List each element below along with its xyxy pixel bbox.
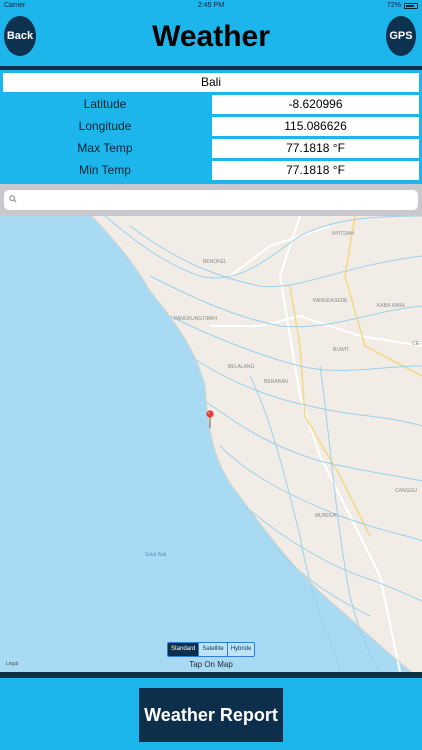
place-label-pangkungtibah: PANGKUNGTIBAH (174, 316, 217, 322)
status-bar: Carrier 2:45 PM 72% (0, 0, 422, 12)
map-type-standard[interactable]: Standard (168, 643, 199, 656)
latitude-value: -8.620996 (212, 95, 419, 114)
tap-on-map-hint: Tap On Map (189, 660, 233, 669)
page-title: Weather (152, 20, 270, 53)
search-input[interactable] (4, 190, 418, 210)
min-temp-label: Min Temp (79, 163, 131, 177)
map-type-satellite[interactable]: Satellite (198, 643, 227, 656)
battery-percent: 72% (386, 2, 401, 9)
place-label-beraban: BERABAN (264, 379, 288, 385)
battery-indicator: 72% (387, 2, 418, 9)
battery-icon (404, 2, 418, 9)
header: Back Weather GPS (0, 12, 422, 66)
place-label-ce: CE (412, 341, 420, 347)
place-label-buwit: BUWIT (333, 347, 349, 353)
latitude-row: Latitude -8.620996 (0, 94, 422, 116)
min-temp-value: 77.1818 °F (212, 161, 419, 180)
place-label-munduk: MUNDUK (315, 513, 338, 519)
max-temp-row: Max Temp 77.1818 °F (0, 138, 422, 160)
longitude-row: Longitude 115.086626 (0, 116, 422, 138)
map-type-selector: Standard Satellite Hybride (167, 642, 256, 657)
sea-label: Selat Bali (145, 552, 166, 558)
longitude-value: 115.086626 (212, 117, 419, 136)
sea-area (0, 216, 412, 672)
longitude-label: Longitude (78, 119, 132, 133)
place-label-nyitdah: NYITDAH (332, 231, 354, 237)
place-label-kaba-kaba: KABA KABA (377, 303, 405, 309)
location-name: Bali (3, 73, 419, 92)
max-temp-value: 77.1818 °F (212, 139, 419, 158)
search-bar (0, 184, 422, 216)
status-time: 2:45 PM (197, 2, 225, 9)
latitude-label: Latitude (83, 97, 127, 111)
map-type-hybride[interactable]: Hybride (226, 643, 255, 656)
place-label-canggu: CANGGU (395, 488, 417, 494)
map-canvas: BENOKEL PANGKUNGTIBAH BELALANG BERABAN N… (0, 216, 422, 672)
header-divider (0, 66, 422, 70)
place-label-benokel: BENOKEL (203, 259, 227, 265)
footer-divider (0, 672, 422, 678)
place-label-belalang: BELALANG (228, 364, 255, 370)
search-icon (9, 195, 17, 203)
weather-report-button[interactable]: Weather Report (139, 688, 283, 742)
min-temp-row: Min Temp 77.1818 °F (0, 160, 422, 182)
max-temp-label: Max Temp (77, 141, 133, 155)
map-view[interactable]: BENOKEL PANGKUNGTIBAH BELALANG BERABAN N… (0, 216, 422, 672)
place-label-pangkagede: PANGKAGEDE (313, 298, 348, 304)
gps-button[interactable]: GPS (386, 16, 416, 56)
legal-link[interactable]: Legal (6, 661, 18, 667)
